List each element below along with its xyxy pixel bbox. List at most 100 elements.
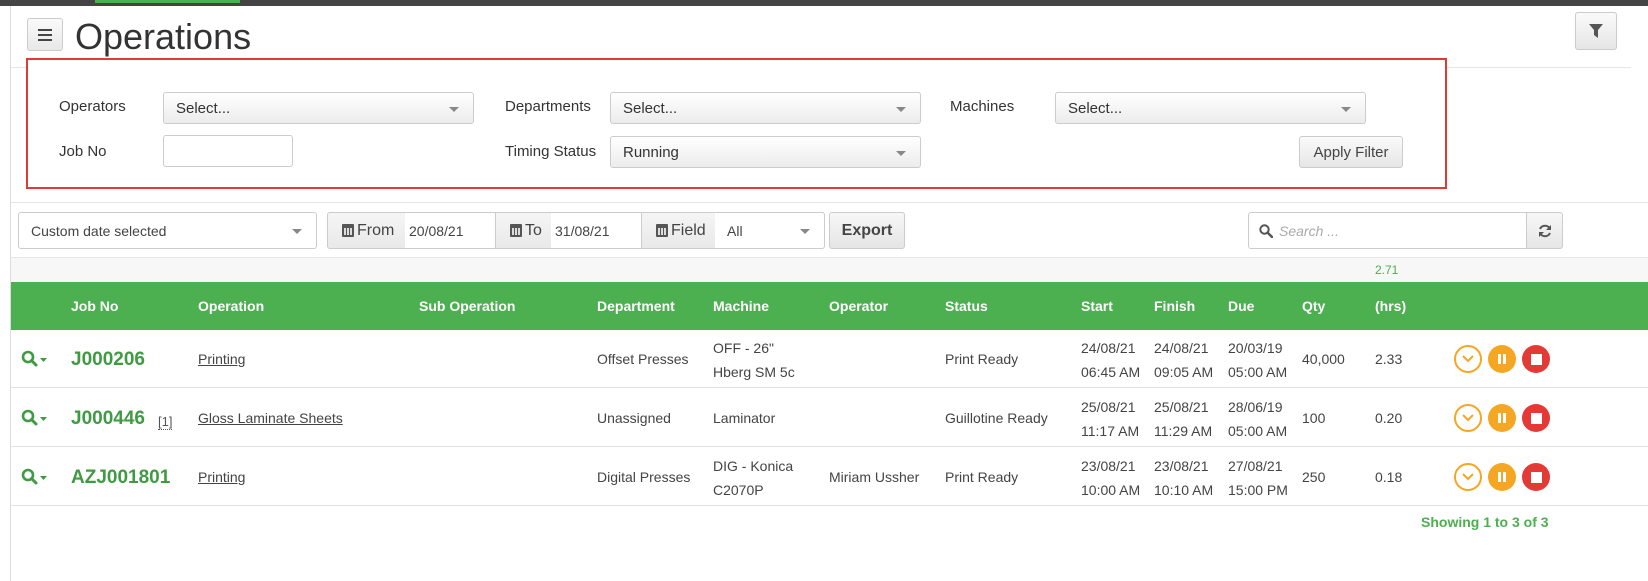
machine-cell-line2: C2070P bbox=[713, 482, 764, 498]
stop-button[interactable] bbox=[1522, 463, 1550, 491]
pause-icon bbox=[1498, 413, 1506, 423]
header-due[interactable]: Due bbox=[1228, 298, 1254, 314]
header-start[interactable]: Start bbox=[1081, 298, 1113, 314]
start-date: 23/08/21 bbox=[1081, 458, 1136, 474]
chevron-down-icon bbox=[292, 229, 302, 234]
header-sub-operation[interactable]: Sub Operation bbox=[419, 298, 515, 314]
header-status[interactable]: Status bbox=[945, 298, 988, 314]
table-row: AZJ001801 Printing Digital Presses DIG -… bbox=[11, 448, 1648, 506]
header-qty[interactable]: Qty bbox=[1302, 298, 1325, 314]
total-hours: 2.71 bbox=[1375, 263, 1399, 277]
header-job-no[interactable]: Job No bbox=[71, 298, 118, 314]
pause-icon bbox=[1498, 354, 1506, 364]
start-time: 11:17 AM bbox=[1081, 423, 1140, 439]
chevron-down-icon bbox=[800, 229, 810, 234]
operation-link-text[interactable]: Gloss Laminate Sheets bbox=[198, 410, 343, 426]
search-input[interactable] bbox=[1279, 213, 1519, 248]
table-row: J000206 Printing Offset Presses OFF - 26… bbox=[11, 330, 1648, 388]
finish-time: 09:05 AM bbox=[1154, 364, 1214, 380]
qty-cell: 40,000 bbox=[1302, 351, 1345, 367]
operation-link[interactable]: Printing bbox=[198, 465, 245, 489]
filter-icon bbox=[1589, 24, 1603, 38]
stop-icon bbox=[1530, 353, 1542, 365]
pause-icon bbox=[1498, 472, 1506, 482]
export-button[interactable]: Export bbox=[829, 212, 905, 249]
hrs-cell: 2.33 bbox=[1375, 351, 1403, 367]
apply-filter-button[interactable]: Apply Filter bbox=[1299, 136, 1403, 168]
job-reference-badge[interactable]: [1] bbox=[158, 415, 173, 430]
stop-button[interactable] bbox=[1522, 404, 1550, 432]
qty-cell: 100 bbox=[1302, 410, 1326, 426]
finish-date: 24/08/21 bbox=[1154, 340, 1209, 356]
to-label: To bbox=[525, 221, 542, 239]
header-operator[interactable]: Operator bbox=[829, 298, 888, 314]
top-bar-accent bbox=[95, 0, 240, 3]
pause-button[interactable] bbox=[1488, 463, 1516, 491]
from-label: From bbox=[357, 221, 395, 239]
menu-toggle-button[interactable] bbox=[27, 18, 63, 51]
complete-button[interactable] bbox=[1454, 404, 1482, 432]
operation-link[interactable]: Printing bbox=[198, 347, 245, 371]
search-dropdown-icon[interactable] bbox=[21, 350, 51, 368]
search-icon bbox=[1259, 224, 1273, 238]
complete-button[interactable] bbox=[1454, 345, 1482, 373]
header-hrs[interactable]: (hrs) bbox=[1375, 298, 1406, 314]
table-header: Job No Operation Sub Operation Departmen… bbox=[11, 282, 1648, 330]
start-date: 25/08/21 bbox=[1081, 399, 1136, 415]
totals-row: 2.71 bbox=[11, 257, 1648, 282]
calendar-icon bbox=[656, 224, 668, 237]
job-no-label: Job No bbox=[59, 143, 107, 160]
search-dropdown-icon[interactable] bbox=[21, 409, 51, 427]
machines-select[interactable]: Select... bbox=[1055, 92, 1366, 124]
from-addon: From bbox=[327, 212, 406, 249]
timing-status-select-value: Running bbox=[623, 144, 679, 161]
department-cell: Digital Presses bbox=[597, 469, 691, 485]
operators-label: Operators bbox=[59, 98, 126, 115]
to-date-input[interactable]: 31/08/21 bbox=[551, 212, 642, 249]
operation-link-text[interactable]: Printing bbox=[198, 351, 245, 367]
machine-cell-line1: OFF - 26" bbox=[713, 340, 774, 356]
pause-button[interactable] bbox=[1488, 404, 1516, 432]
calendar-icon bbox=[342, 224, 354, 237]
page-title: Operations bbox=[75, 16, 252, 57]
header-operation[interactable]: Operation bbox=[198, 298, 264, 314]
complete-button[interactable] bbox=[1454, 463, 1482, 491]
from-date-input[interactable]: 20/08/21 bbox=[405, 212, 496, 249]
hamburger-icon bbox=[38, 28, 52, 41]
date-range-select[interactable]: Custom date selected bbox=[18, 212, 317, 249]
finish-time: 10:10 AM bbox=[1154, 482, 1214, 498]
timing-status-select[interactable]: Running bbox=[610, 136, 921, 168]
machine-cell-line1: DIG - Konica bbox=[713, 458, 794, 474]
department-cell: Unassigned bbox=[597, 410, 671, 426]
search-dropdown-icon[interactable] bbox=[21, 468, 51, 486]
job-number[interactable]: J000446 bbox=[71, 408, 145, 430]
table-row: J000446 [1] Gloss Laminate Sheets Unassi… bbox=[11, 389, 1648, 447]
clock-check-icon bbox=[1462, 414, 1474, 422]
header-department[interactable]: Department bbox=[597, 298, 675, 314]
job-no-input[interactable] bbox=[163, 135, 293, 167]
due-date: 28/06/19 bbox=[1228, 399, 1283, 415]
pause-button[interactable] bbox=[1488, 345, 1516, 373]
header-machine[interactable]: Machine bbox=[713, 298, 769, 314]
table-info: Showing 1 to 3 of 3 bbox=[1421, 514, 1549, 530]
search-box[interactable] bbox=[1248, 212, 1527, 249]
operators-select[interactable]: Select... bbox=[163, 92, 474, 124]
clock-check-icon bbox=[1462, 473, 1474, 481]
departments-select[interactable]: Select... bbox=[610, 92, 921, 124]
operation-link-text[interactable]: Printing bbox=[198, 469, 245, 485]
job-number[interactable]: AZJ001801 bbox=[71, 467, 170, 489]
field-select[interactable]: All bbox=[715, 212, 825, 249]
operation-link[interactable]: Gloss Laminate Sheets bbox=[198, 406, 343, 430]
job-number[interactable]: J000206 bbox=[71, 349, 145, 371]
stop-button[interactable] bbox=[1522, 345, 1550, 373]
chevron-down-icon bbox=[896, 107, 906, 112]
department-cell: Offset Presses bbox=[597, 351, 689, 367]
refresh-button[interactable] bbox=[1526, 212, 1563, 249]
due-time: 05:00 AM bbox=[1228, 423, 1288, 439]
due-time: 15:00 PM bbox=[1228, 482, 1288, 498]
filter-toggle-button[interactable] bbox=[1575, 12, 1617, 50]
timing-status-label: Timing Status bbox=[505, 143, 597, 160]
machines-label: Machines bbox=[950, 98, 1015, 115]
header-finish[interactable]: Finish bbox=[1154, 298, 1195, 314]
refresh-icon bbox=[1538, 224, 1551, 237]
